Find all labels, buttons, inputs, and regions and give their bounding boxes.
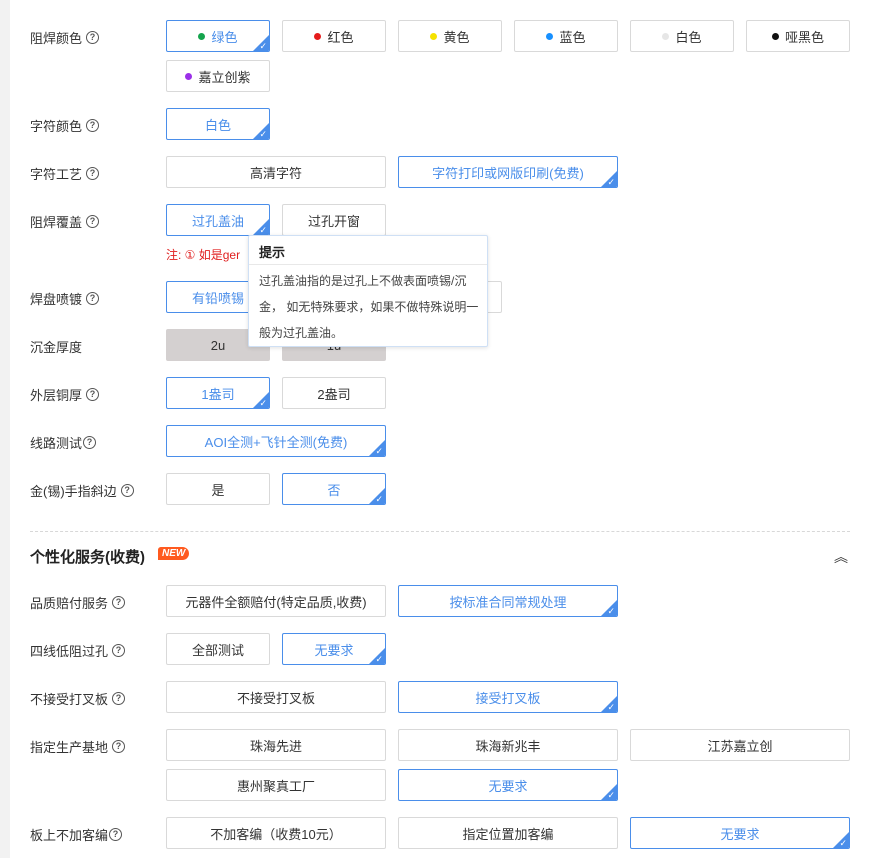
red-dot-icon bbox=[314, 32, 322, 40]
solder-cover-open[interactable]: 过孔开窗 bbox=[282, 204, 386, 236]
tooltip-popover: 提示 过孔盖油指的是过孔上不做表面喷锡/沉金， 如无特殊要求，如果不做特殊说明一… bbox=[248, 235, 488, 347]
check-icon: ✓ bbox=[607, 790, 615, 800]
collapse-chevron-icon[interactable]: ︽ bbox=[834, 547, 848, 567]
customer-code-none-paid[interactable]: 不加客编（收费10元） bbox=[166, 817, 386, 849]
new-badge: NEW bbox=[158, 547, 190, 560]
char-process-hd[interactable]: 高清字符 bbox=[166, 156, 386, 188]
solder-color-label: 阻焊颜色? bbox=[30, 28, 100, 47]
help-icon[interactable]: ? bbox=[112, 596, 126, 609]
gold-thickness-label: 沉金厚度 bbox=[30, 340, 83, 355]
personal-service-title: 个性化服务(收费) bbox=[30, 549, 145, 566]
four-wire-label: 四线低阻过孔? bbox=[30, 641, 126, 660]
purple-dot-icon bbox=[185, 72, 193, 80]
check-icon: ✓ bbox=[259, 41, 267, 51]
gold-finger-yes[interactable]: 是 bbox=[166, 473, 270, 505]
factory-label: 指定生产基地? bbox=[30, 737, 126, 756]
solder-color-yellow[interactable]: 黄色 bbox=[398, 20, 502, 52]
solder-cover-tented[interactable]: 过孔盖油 ✓ bbox=[166, 204, 270, 236]
solder-color-green[interactable]: 绿色 ✓ bbox=[166, 20, 270, 52]
check-icon: ✓ bbox=[607, 606, 615, 616]
x-board-label: 不接受打叉板? bbox=[30, 689, 126, 708]
quality-full-compensation[interactable]: 元器件全额赔付(特定品质,收费) bbox=[166, 585, 386, 617]
x-board-accept[interactable]: 接受打叉板 ✓ bbox=[398, 681, 618, 713]
solder-color-blue[interactable]: 蓝色 bbox=[514, 20, 618, 52]
circuit-test-aoi-flying-probe[interactable]: AOI全测+飞针全测(免费) ✓ bbox=[166, 425, 386, 457]
quality-standard-contract[interactable]: 按标准合同常规处理 ✓ bbox=[398, 585, 618, 617]
char-process-label: 字符工艺? bbox=[30, 164, 100, 183]
factory-zhuhai-xinzhaofeng[interactable]: 珠海新兆丰 bbox=[398, 729, 618, 761]
customer-code-no-requirement[interactable]: 无要求 ✓ bbox=[630, 817, 850, 849]
solder-cover-label: 阻焊覆盖? bbox=[30, 212, 100, 231]
blue-dot-icon bbox=[546, 32, 554, 40]
factory-huizhou-juzhen[interactable]: 惠州聚真工厂 bbox=[166, 769, 386, 801]
check-icon: ✓ bbox=[607, 702, 615, 712]
char-color-label: 字符颜色? bbox=[30, 116, 100, 135]
outer-copper-label: 外层铜厚? bbox=[30, 385, 100, 404]
help-icon[interactable]: ? bbox=[120, 484, 134, 497]
gold-finger-label: 金(锡)手指斜边? bbox=[30, 481, 134, 500]
solder-color-purple[interactable]: 嘉立创紫 bbox=[166, 60, 270, 92]
yellow-dot-icon bbox=[430, 32, 438, 40]
four-wire-no-requirement[interactable]: 无要求 ✓ bbox=[282, 633, 386, 665]
quality-label: 品质赔付服务? bbox=[30, 593, 126, 612]
solder-color-matte-black[interactable]: 哑黑色 bbox=[746, 20, 850, 52]
factory-jiangsu-jlc[interactable]: 江苏嘉立创 bbox=[630, 729, 850, 761]
green-dot-icon bbox=[198, 32, 206, 40]
help-icon[interactable]: ? bbox=[86, 215, 100, 228]
help-icon[interactable]: ? bbox=[86, 167, 100, 180]
check-icon: ✓ bbox=[607, 177, 615, 187]
four-wire-all-test[interactable]: 全部测试 bbox=[166, 633, 270, 665]
tooltip-title: 提示 bbox=[259, 245, 286, 260]
check-icon: ✓ bbox=[375, 654, 383, 664]
factory-no-requirement[interactable]: 无要求 ✓ bbox=[398, 769, 618, 801]
char-color-white[interactable]: 白色 ✓ bbox=[166, 108, 270, 140]
solder-color-red[interactable]: 红色 bbox=[282, 20, 386, 52]
help-icon[interactable]: ? bbox=[86, 292, 100, 305]
section-divider bbox=[30, 531, 850, 532]
check-icon: ✓ bbox=[375, 494, 383, 504]
outer-copper-1oz[interactable]: 1盎司 ✓ bbox=[166, 377, 270, 409]
help-icon[interactable]: ? bbox=[112, 692, 126, 705]
help-icon[interactable]: ? bbox=[109, 828, 123, 841]
circuit-test-label: 线路测试? bbox=[30, 433, 97, 452]
outer-copper-2oz[interactable]: 2盎司 bbox=[282, 377, 386, 409]
help-icon[interactable]: ? bbox=[86, 388, 100, 401]
char-process-print[interactable]: 字符打印或网版印刷(免费) ✓ bbox=[398, 156, 618, 188]
x-board-reject[interactable]: 不接受打叉板 bbox=[166, 681, 386, 713]
check-icon: ✓ bbox=[259, 129, 267, 139]
solder-color-white[interactable]: 白色 bbox=[630, 20, 734, 52]
tooltip-body: 过孔盖油指的是过孔上不做表面喷锡/沉金， 如无特殊要求，如果不做特殊说明一般为过… bbox=[259, 274, 479, 340]
solder-cover-note: 注: ① 如是ger bbox=[166, 248, 241, 262]
factory-zhuhai-advanced[interactable]: 珠海先进 bbox=[166, 729, 386, 761]
check-icon: ✓ bbox=[375, 446, 383, 456]
pad-finish-label: 焊盘喷镀? bbox=[30, 289, 100, 308]
left-gutter bbox=[0, 0, 10, 858]
check-icon: ✓ bbox=[839, 838, 847, 848]
check-icon: ✓ bbox=[259, 398, 267, 408]
tooltip-divider bbox=[249, 264, 487, 265]
black-dot-icon bbox=[771, 32, 779, 40]
help-icon[interactable]: ? bbox=[86, 31, 100, 44]
gold-finger-no[interactable]: 否 ✓ bbox=[282, 473, 386, 505]
help-icon[interactable]: ? bbox=[112, 644, 126, 657]
white-dot-icon bbox=[662, 32, 670, 40]
customer-code-specified-position[interactable]: 指定位置加客编 bbox=[398, 817, 618, 849]
customer-code-label: 板上不加客编? bbox=[30, 825, 123, 844]
help-icon[interactable]: ? bbox=[112, 740, 126, 753]
help-icon[interactable]: ? bbox=[86, 119, 100, 132]
help-icon[interactable]: ? bbox=[83, 436, 97, 449]
